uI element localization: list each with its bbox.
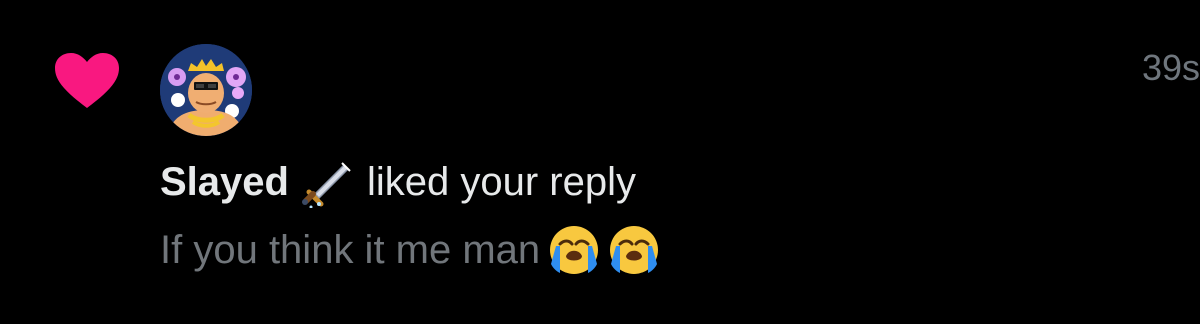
reply-preview[interactable]: If you think it me man bbox=[160, 222, 660, 278]
avatar[interactable] bbox=[160, 44, 252, 136]
dagger-icon bbox=[301, 162, 351, 208]
reply-text: If you think it me man bbox=[160, 228, 541, 272]
loudly-crying-face-icon bbox=[610, 226, 659, 274]
heart-icon bbox=[55, 53, 119, 108]
username-link[interactable]: Slayed bbox=[160, 156, 289, 208]
notification-action: liked your reply bbox=[366, 160, 636, 204]
like-notification[interactable]: 39s Slayed liked your reply If you think… bbox=[0, 0, 1200, 324]
loudly-crying-face-icon bbox=[550, 226, 599, 274]
timestamp: 39s bbox=[1141, 47, 1200, 88]
notification-headline: Slayed liked your reply bbox=[160, 156, 636, 208]
